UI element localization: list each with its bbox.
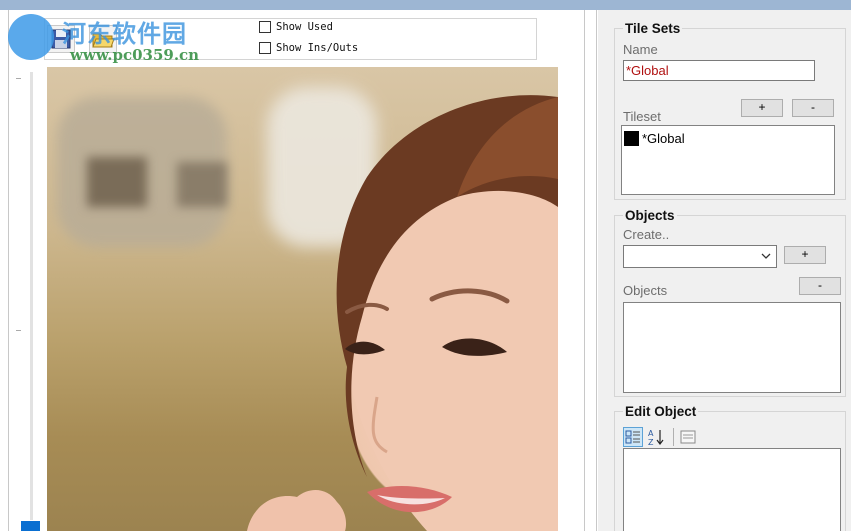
tileset-label: Tileset <box>623 109 661 124</box>
tileset-list[interactable]: *Global <box>621 125 835 195</box>
tileset-name-input[interactable] <box>623 60 815 81</box>
property-grid[interactable] <box>623 448 841 531</box>
edit-object-title: Edit Object <box>623 404 699 419</box>
remove-object-button[interactable]: - <box>799 277 841 295</box>
name-label: Name <box>623 42 658 57</box>
portrait-photo <box>247 95 558 531</box>
window-title-bar <box>0 0 851 10</box>
show-ins-outs-checkbox[interactable] <box>259 42 271 54</box>
tileset-swatch <box>624 131 639 146</box>
chevron-down-icon <box>761 253 771 259</box>
objects-label: Objects <box>623 283 668 298</box>
show-used-option[interactable]: Show Used <box>259 20 333 34</box>
watermark-logo <box>8 14 54 60</box>
editor-right-border <box>584 10 585 531</box>
zoom-tick <box>16 330 21 331</box>
tile-sets-group: Tile Sets Name Tileset + - *Global <box>614 21 846 200</box>
show-used-label: Show Used <box>276 21 333 33</box>
property-pages-button[interactable] <box>678 427 698 447</box>
categorized-button[interactable] <box>623 427 643 447</box>
show-ins-outs-option[interactable]: Show Ins/Outs <box>259 41 358 55</box>
watermark: 河东软件园 www.pc0359.cn <box>4 12 214 68</box>
edit-object-group: Edit Object A Z <box>614 404 846 531</box>
zoom-slider-track[interactable] <box>30 72 33 520</box>
remove-tileset-button[interactable]: - <box>792 99 834 117</box>
svg-text:A: A <box>648 429 654 438</box>
categorized-icon <box>625 430 640 444</box>
show-ins-outs-label: Show Ins/Outs <box>276 42 359 54</box>
property-pages-icon <box>680 430 696 444</box>
watermark-url: www.pc0359.cn <box>70 46 200 64</box>
show-used-checkbox[interactable] <box>259 21 271 33</box>
property-grid-toolbar: A Z <box>623 427 701 447</box>
editor-left-border <box>8 10 9 531</box>
tile-canvas-image[interactable] <box>47 67 558 531</box>
objects-group: Objects Create.. + - Objects <box>614 208 846 397</box>
alphabetical-button[interactable]: A Z <box>646 427 666 447</box>
sort-az-icon: A Z <box>648 429 664 446</box>
add-object-button[interactable]: + <box>784 246 826 264</box>
objects-title: Objects <box>623 208 677 223</box>
panel-splitter[interactable] <box>596 10 597 531</box>
watermark-title: 河东软件园 <box>62 20 187 48</box>
svg-text:Z: Z <box>648 438 654 446</box>
create-label: Create.. <box>623 227 670 242</box>
create-object-select[interactable] <box>623 245 777 268</box>
zoom-slider-thumb[interactable] <box>21 521 40 531</box>
toolbar-separator <box>673 428 674 446</box>
list-item[interactable]: *Global <box>624 131 685 146</box>
tile-sets-title: Tile Sets <box>623 21 683 36</box>
tileset-item-label: *Global <box>642 131 685 146</box>
add-tileset-button[interactable]: + <box>741 99 783 117</box>
zoom-tick <box>16 78 21 79</box>
objects-list[interactable] <box>623 302 841 393</box>
